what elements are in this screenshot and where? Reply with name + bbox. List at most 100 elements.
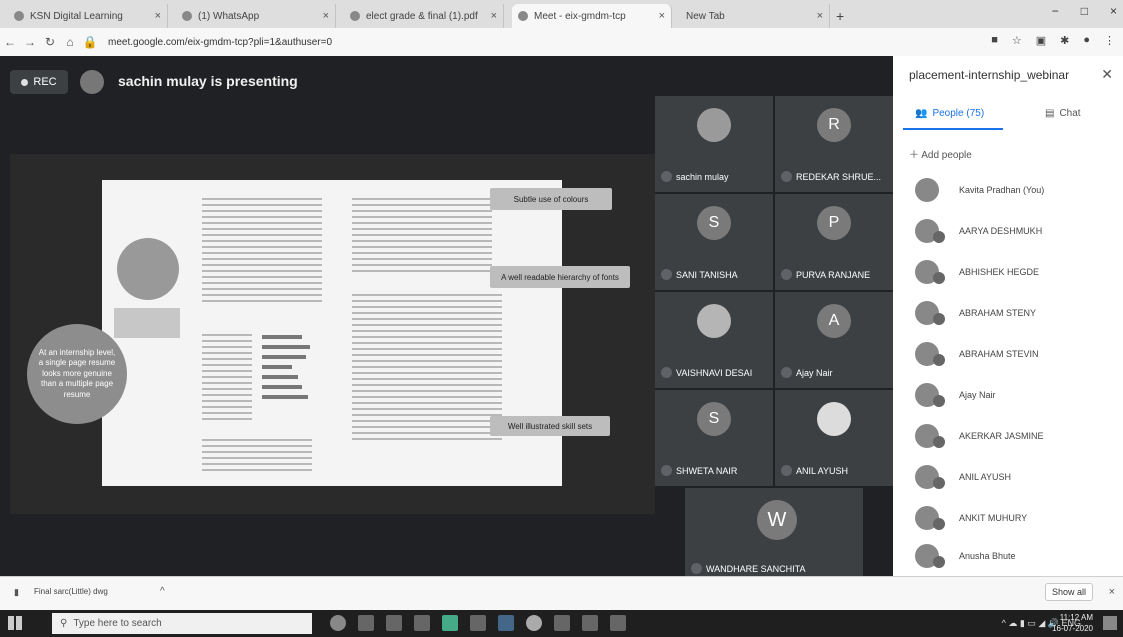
participant-name: SANI TANISHA — [661, 269, 738, 280]
add-people-button[interactable]: ＋ Add people — [909, 146, 972, 161]
taskbar-search-box[interactable]: ⚲ Type here to search — [52, 613, 312, 634]
participant-avatar — [697, 108, 731, 142]
close-tab-icon[interactable]: × — [817, 10, 823, 22]
skill-bar — [262, 365, 292, 369]
add-people-label: Add people — [921, 150, 972, 161]
download-item[interactable]: Final sarc(Little) dwg — [34, 587, 108, 596]
meeting-title: placement-internship_webinar — [909, 68, 1070, 82]
participant-tile[interactable]: A Ajay Nair — [775, 292, 893, 388]
clock[interactable]: 11:12 AM 16-07-2020 — [1052, 612, 1093, 634]
notification-icon[interactable] — [1103, 616, 1117, 630]
participant-name-text: ANIL AYUSH — [796, 465, 849, 476]
task-view-icon[interactable] — [358, 615, 374, 631]
close-panel-icon[interactable]: ✕ — [1101, 66, 1113, 83]
extensions-area: ■ ☆ ▣ ✱ ● ⋮ — [991, 34, 1115, 47]
participant-grid: sachin mulay R REDEKAR SHRUE... S SANI TAN… — [655, 96, 893, 586]
participant-tile[interactable]: S SHWETA NAIR — [655, 390, 773, 486]
forward-arrow-icon[interactable]: → — [20, 35, 40, 49]
participant-tile[interactable]: VAISHNAVI DESAI — [655, 292, 773, 388]
close-downloads-button[interactable]: × — [1109, 586, 1115, 598]
mic-off-icon — [933, 313, 945, 325]
tab-label: (1) WhatsApp — [198, 10, 260, 22]
profile-icon[interactable]: ● — [1083, 34, 1090, 47]
participant-tile[interactable]: P PURVA RANJANE — [775, 194, 893, 290]
taskbar-app-icon[interactable] — [498, 615, 514, 631]
mail-icon[interactable] — [414, 615, 430, 631]
tab-label: Meet - eix-gmdm-tcp — [534, 10, 626, 22]
menu-icon[interactable]: ⋮ — [1104, 34, 1115, 47]
store-icon[interactable] — [386, 615, 402, 631]
participant-name: sachin mulay — [661, 171, 729, 182]
participant-name-text: sachin mulay — [676, 171, 729, 182]
address-bar: ← → ↻ ⌂ 🔒 meet.google.com/eix-gmdm-tcp?p… — [0, 28, 1123, 56]
participant-list-item[interactable]: Kavita Pradhan (You) — [915, 172, 1115, 208]
maximize-button[interactable]: □ — [1081, 4, 1088, 18]
participant-tile[interactable]: S SANI TANISHA — [655, 194, 773, 290]
edge-icon[interactable] — [442, 615, 458, 631]
tab-label: KSN Digital Learning — [30, 10, 123, 22]
taskbar-app-icon[interactable] — [554, 615, 570, 631]
tab-people[interactable]: 👥 People (75) — [915, 108, 984, 119]
browser-tab-active[interactable]: Meet - eix-gmdm-tcp × — [512, 4, 672, 28]
participant-list-item[interactable]: Anusha Bhute — [915, 538, 1115, 574]
participant-name-text: SANI TANISHA — [676, 269, 738, 280]
resume-skill-labels — [202, 330, 252, 420]
taskbar-app-icon[interactable] — [582, 615, 598, 631]
participant-list-item[interactable]: ANKIT MUHURY — [915, 500, 1115, 536]
participant-list-avatar — [915, 178, 939, 202]
tab-chat[interactable]: ▤ Chat — [1045, 108, 1081, 119]
browser-tab[interactable]: KSN Digital Learning × — [8, 4, 168, 28]
participant-list-item[interactable]: ABRAHAM STENY — [915, 295, 1115, 331]
taskbar-app-icon[interactable] — [610, 615, 626, 631]
participant-list-item[interactable]: AARYA DESHMUKH — [915, 213, 1115, 249]
browser-tab[interactable]: New Tab × — [680, 4, 830, 28]
participant-list-item[interactable]: ABHISHEK HEGDE — [915, 254, 1115, 290]
chevron-up-icon[interactable]: ^ — [160, 586, 165, 597]
participant-list-item[interactable]: Ajay Nair — [915, 377, 1115, 413]
participant-list-item[interactable]: AKERKAR JASMINE — [915, 418, 1115, 454]
cortana-icon[interactable] — [330, 615, 346, 631]
mic-off-icon — [661, 269, 672, 280]
participant-name: Ajay Nair — [781, 367, 833, 378]
resume-text-block — [202, 435, 312, 475]
participant-tile[interactable]: W WANDHARE SANCHITA — [685, 488, 863, 584]
shared-slide: Subtle use of colours A well readable hi… — [102, 180, 630, 486]
windows-start-icon[interactable] — [8, 616, 22, 630]
close-tab-icon[interactable]: × — [491, 10, 497, 22]
close-tab-icon[interactable]: × — [155, 10, 161, 22]
new-tab-button[interactable]: + — [836, 4, 844, 28]
reload-icon[interactable]: ↻ — [40, 35, 60, 49]
puzzle-icon[interactable]: ✱ — [1060, 34, 1069, 47]
extension-icon[interactable]: ▣ — [1036, 34, 1046, 47]
participant-list-name: ANKIT MUHURY — [959, 513, 1028, 523]
browser-tab[interactable]: (1) WhatsApp × — [176, 4, 336, 28]
participant-avatar: A — [817, 304, 851, 338]
participant-list-name: AKERKAR JASMINE — [959, 431, 1044, 441]
home-icon[interactable]: ⌂ — [60, 35, 80, 49]
close-tab-icon[interactable]: × — [659, 10, 665, 22]
mic-off-icon — [781, 269, 792, 280]
camera-icon[interactable]: ■ — [991, 34, 998, 47]
minimize-button[interactable]: − — [1052, 4, 1059, 18]
participant-list-item[interactable]: ANIL AYUSH — [915, 459, 1115, 495]
mic-off-icon — [661, 465, 672, 476]
show-all-button[interactable]: Show all — [1044, 583, 1093, 601]
active-tab-indicator — [903, 128, 1003, 130]
participant-list-item[interactable]: ABRAHAM STEVIN — [915, 336, 1115, 372]
recording-badge: REC — [10, 70, 68, 94]
participant-name-text: VAISHNAVI DESAI — [676, 367, 753, 378]
star-icon[interactable]: ☆ — [1012, 34, 1022, 47]
back-arrow-icon[interactable]: ← — [0, 35, 20, 49]
browser-tab[interactable]: elect grade & final (1).pdf × — [344, 4, 504, 28]
close-tab-icon[interactable]: × — [323, 10, 329, 22]
participant-tile[interactable]: ANIL AYUSH — [775, 390, 893, 486]
close-window-button[interactable]: × — [1110, 4, 1117, 18]
participant-tile[interactable]: R REDEKAR SHRUE... — [775, 96, 893, 192]
file-explorer-icon[interactable] — [470, 615, 486, 631]
rec-dot-icon — [21, 78, 29, 86]
speaking-icon — [661, 171, 672, 182]
url-field[interactable]: meet.google.com/eix-gmdm-tcp?pli=1&authu… — [108, 37, 332, 48]
participant-tile[interactable]: sachin mulay — [655, 96, 773, 192]
chrome-icon[interactable] — [526, 615, 542, 631]
participant-name: SHWETA NAIR — [661, 465, 737, 476]
